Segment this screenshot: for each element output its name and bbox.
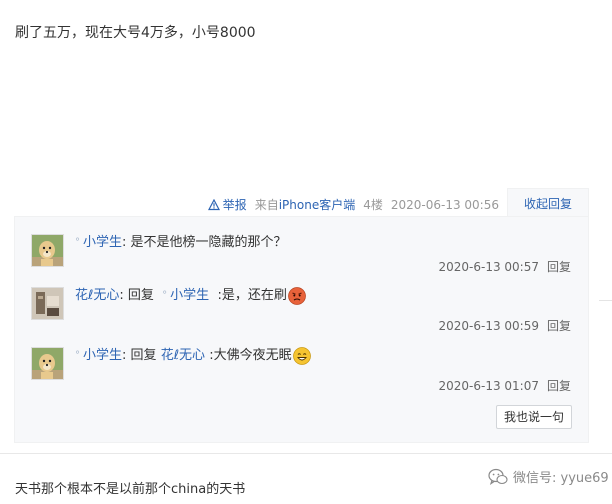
reply-text: :大佛今夜无眠 <box>209 348 292 363</box>
reply-username[interactable]: 小学生 <box>83 347 122 365</box>
reply-button[interactable]: 回复 <box>547 260 571 274</box>
post-divider <box>0 453 612 454</box>
reply-button[interactable]: 回复 <box>547 379 571 393</box>
reply-button[interactable]: 回复 <box>547 319 571 333</box>
watermark: 微信号: yyue69 <box>488 467 609 486</box>
warning-icon <box>207 198 220 210</box>
reply-colon: : <box>122 348 131 363</box>
source-prefix: 来自 <box>254 198 279 212</box>
reply-meta: 2020-6-13 00:57 回复 <box>438 258 571 275</box>
reply-content: 花ℓ无心 : 回复 ° 小学生 :是，还在刷 <box>75 287 306 305</box>
room-avatar-image <box>32 288 63 319</box>
angry-face-emoji-icon <box>287 287 306 305</box>
reply-word: 回复 <box>130 348 157 363</box>
reply-colon: : <box>119 288 128 303</box>
reply-time: 2020-6-13 00:57 <box>438 260 539 274</box>
post-body-text: 刷了五万，现在大号4万多，小号8000 <box>15 25 256 41</box>
reply-text: :是，还在刷 <box>217 288 287 303</box>
reply-time: 2020-6-13 01:07 <box>438 379 539 393</box>
reply-text: : 是不是他榜一隐藏的那个？ <box>122 235 287 250</box>
reply-meta: 2020-6-13 01:07 回复 <box>438 377 571 394</box>
avatar[interactable] <box>31 287 64 320</box>
reply-content: ° 小学生 : 回复 花ℓ无心 :大佛今夜无眠 <box>75 347 311 365</box>
add-reply-button[interactable]: 我也说一句 <box>496 405 572 429</box>
reply-word: 回复 <box>127 288 154 303</box>
post-meta-row: 举报 来自 iPhone客户端 4楼 2020-06-13 00:56 <box>207 196 499 213</box>
reply-username[interactable]: 小学生 <box>83 234 122 252</box>
avatar[interactable] <box>31 234 64 267</box>
reply-time: 2020-6-13 00:59 <box>438 319 539 333</box>
member-badge-icon: ° <box>75 237 80 248</box>
avatar[interactable] <box>31 347 64 380</box>
grin-face-emoji-icon <box>292 347 311 365</box>
report-link[interactable]: 举报 <box>207 196 247 213</box>
reply-target-user[interactable]: 花ℓ无心 <box>161 347 205 365</box>
reply-username[interactable]: 花ℓ无心 <box>75 287 119 305</box>
dog-avatar-image <box>32 348 63 379</box>
report-label: 举报 <box>222 198 247 212</box>
reply-target-user[interactable]: 小学生 <box>170 287 209 305</box>
reply-meta: 2020-6-13 00:59 回复 <box>438 317 571 334</box>
watermark-text: 微信号: yyue69 <box>513 471 609 486</box>
wechat-icon <box>488 468 508 485</box>
next-post-text: 天书那个根本不是以前那个china的天书 <box>15 482 246 497</box>
side-rule <box>599 300 612 301</box>
dog-avatar-image <box>32 235 63 266</box>
client-link[interactable]: iPhone客户端 <box>279 196 356 213</box>
member-badge-icon: ° <box>75 350 80 361</box>
collapse-replies-button[interactable]: 收起回复 <box>507 188 589 218</box>
post-timestamp: 2020-06-13 00:56 <box>390 197 499 212</box>
post-tail: 举报 来自 iPhone客户端 4楼 2020-06-13 00:56 收起回复 <box>14 188 589 218</box>
member-badge-icon: ° <box>162 290 168 301</box>
reply-content: ° 小学生 : 是不是他榜一隐藏的那个？ <box>75 234 287 252</box>
reply-list: ° 小学生 : 是不是他榜一隐藏的那个？ 2020-6-13 00:57 回复 花… <box>14 216 589 443</box>
floor-number: 4楼 <box>363 198 383 212</box>
